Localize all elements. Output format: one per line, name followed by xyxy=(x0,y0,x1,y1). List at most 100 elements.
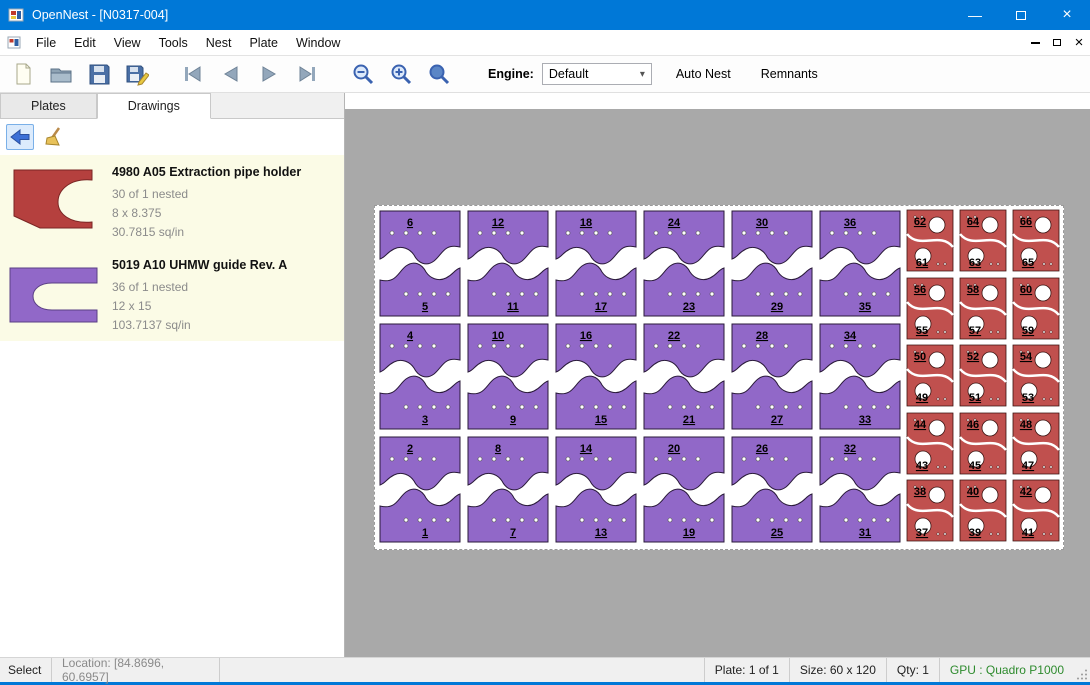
purple-part-pair[interactable]: 1615 xyxy=(554,322,638,431)
red-part-pair[interactable]: 4847 xyxy=(1012,412,1061,475)
drawing-size: 8 x 8.375 xyxy=(112,204,301,223)
purple-part-pair[interactable]: 12 11 xyxy=(466,209,550,318)
part-number: 40 xyxy=(967,486,979,498)
list-item[interactable]: 5019 A10 UHMW guide Rev. A 36 of 1 neste… xyxy=(0,248,344,341)
list-item[interactable]: 4980 A05 Extraction pipe holder 30 of 1 … xyxy=(0,155,344,248)
clean-broom-button[interactable] xyxy=(40,124,68,150)
maximize-icon[interactable] xyxy=(998,0,1044,30)
part-number: 53 xyxy=(1022,392,1034,404)
red-part-pair[interactable]: 6463 xyxy=(959,209,1008,272)
purple-part-pair[interactable]: 43 xyxy=(378,322,462,431)
zoom-out-icon[interactable] xyxy=(348,59,378,89)
red-part-pair[interactable]: 5655 xyxy=(906,277,955,340)
purple-part-pair[interactable]: 2625 xyxy=(730,435,814,544)
sidebar: Plates Drawings 4980 A05 Extraction pip xyxy=(0,93,345,657)
part-number: 39 xyxy=(969,527,981,539)
purple-part-pair[interactable]: 87 xyxy=(466,435,550,544)
return-arrow-button[interactable] xyxy=(6,124,34,150)
part-number: 12 xyxy=(492,217,504,229)
auto-nest-button[interactable]: Auto Nest xyxy=(670,62,737,86)
red-part-pair[interactable]: 3837 xyxy=(906,479,955,542)
part-number: 61 xyxy=(916,257,928,269)
part-number: 27 xyxy=(771,414,783,426)
menu-view[interactable]: View xyxy=(105,32,150,54)
menu-file[interactable]: File xyxy=(27,32,65,54)
purple-part-pair[interactable]: 2221 xyxy=(642,322,726,431)
red-part-pair[interactable]: 6059 xyxy=(1012,277,1061,340)
part-number: 8 xyxy=(495,443,501,455)
red-part-pair[interactable]: 5049 xyxy=(906,344,955,407)
previous-plate-icon[interactable] xyxy=(216,59,246,89)
next-plate-icon[interactable] xyxy=(254,59,284,89)
part-number: 19 xyxy=(683,527,695,539)
zoom-fit-icon[interactable] xyxy=(424,59,454,89)
red-part-pair[interactable]: 40 39 xyxy=(959,479,1008,542)
purple-part-pair[interactable]: 3635 xyxy=(818,209,902,318)
part-number: 37 xyxy=(916,527,928,539)
purple-part-pair[interactable]: 3029 xyxy=(730,209,814,318)
nest-canvas[interactable]: 6512111817242330293635431091615222128273… xyxy=(345,109,1090,657)
main-area: 6512111817242330293635431091615222128273… xyxy=(345,93,1090,657)
tab-drawings[interactable]: Drawings xyxy=(97,93,211,119)
resize-grip-icon[interactable] xyxy=(1074,658,1090,682)
part-number: 15 xyxy=(595,414,607,426)
red-part-pair[interactable]: 5453 xyxy=(1012,344,1061,407)
document-icon[interactable] xyxy=(7,36,21,50)
red-part-pair[interactable]: 5857 xyxy=(959,277,1008,340)
close-icon[interactable]: × xyxy=(1044,0,1090,30)
purple-part-pair[interactable]: 1817 xyxy=(554,209,638,318)
part-number: 36 xyxy=(844,217,856,229)
purple-part-pair[interactable]: 65 xyxy=(378,209,462,318)
purple-part-pair[interactable]: 2827 xyxy=(730,322,814,431)
status-mode: Select xyxy=(0,658,52,682)
part-number: 33 xyxy=(859,414,871,426)
red-part-pair[interactable]: 62 61 xyxy=(906,209,955,272)
red-part-pair[interactable]: 5251 xyxy=(959,344,1008,407)
purple-part-pair[interactable]: 3433 xyxy=(818,322,902,431)
remnants-button[interactable]: Remnants xyxy=(755,62,824,86)
first-plate-icon[interactable] xyxy=(178,59,208,89)
part-number: 52 xyxy=(967,351,979,363)
engine-label: Engine: xyxy=(488,67,534,81)
red-part-pair[interactable]: 4241 xyxy=(1012,479,1061,542)
part-number: 3 xyxy=(422,414,428,426)
red-part-pair[interactable]: 6665 xyxy=(1012,209,1061,272)
purple-part-pair[interactable]: 21 xyxy=(378,435,462,544)
child-close-icon[interactable]: × xyxy=(1068,32,1090,54)
drawing-size: 12 x 15 xyxy=(112,297,287,316)
red-part-pair[interactable]: 4443 xyxy=(906,412,955,475)
purple-part-pair[interactable]: 2019 xyxy=(642,435,726,544)
minimize-icon[interactable]: — xyxy=(952,0,998,30)
open-file-button[interactable] xyxy=(46,59,76,89)
engine-dropdown[interactable]: Default ▾ xyxy=(542,63,652,85)
menu-edit[interactable]: Edit xyxy=(65,32,105,54)
drawing-nested: 36 of 1 nested xyxy=(112,278,287,297)
part-number: 11 xyxy=(507,301,519,313)
menu-window[interactable]: Window xyxy=(287,32,349,54)
child-restore-icon[interactable] xyxy=(1046,32,1068,54)
menu-plate[interactable]: Plate xyxy=(240,32,287,54)
menu-tools[interactable]: Tools xyxy=(150,32,197,54)
purple-part-pair[interactable]: 109 xyxy=(466,322,550,431)
menu-nest[interactable]: Nest xyxy=(197,32,241,54)
save-button[interactable] xyxy=(84,59,114,89)
part-number: 62 xyxy=(914,216,926,228)
purple-part-pair[interactable]: 2423 xyxy=(642,209,726,318)
save-as-button[interactable] xyxy=(122,59,152,89)
purple-part-pair[interactable]: 3231 xyxy=(818,435,902,544)
child-minimize-icon[interactable] xyxy=(1024,32,1046,54)
last-plate-icon[interactable] xyxy=(292,59,322,89)
tab-plates[interactable]: Plates xyxy=(0,93,97,118)
red-part-pair[interactable]: 4645 xyxy=(959,412,1008,475)
part-number: 4 xyxy=(407,330,414,342)
part-number: 22 xyxy=(668,330,680,342)
zoom-in-icon[interactable] xyxy=(386,59,416,89)
nest-plate[interactable]: 6512111817242330293635431091615222128273… xyxy=(374,205,1064,550)
purple-part-pair[interactable]: 1413 xyxy=(554,435,638,544)
engine-value: Default xyxy=(549,67,589,81)
new-file-button[interactable] xyxy=(8,59,38,89)
status-gpu: GPU : Quadro P1000 xyxy=(939,658,1074,682)
part-number: 26 xyxy=(756,443,768,455)
part-number: 46 xyxy=(967,419,979,431)
part-number: 41 xyxy=(1022,527,1034,539)
